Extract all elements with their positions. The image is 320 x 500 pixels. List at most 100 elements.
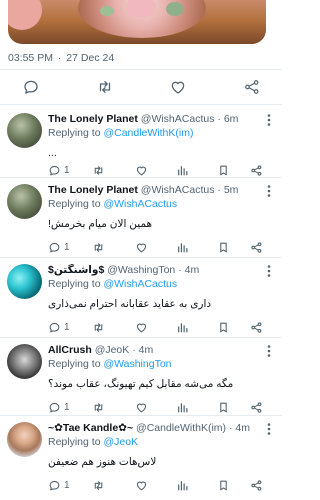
tweet-action-bar: 1 xyxy=(48,400,272,414)
retweet-button[interactable] xyxy=(96,78,114,96)
user-handle[interactable]: @CandleWithK(im) xyxy=(136,422,226,434)
user-handle[interactable]: @JeoK xyxy=(95,344,130,356)
reply-button[interactable]: 1 xyxy=(48,240,70,254)
user-handle[interactable]: @WashingTon xyxy=(107,264,175,276)
more-options-button[interactable] xyxy=(264,113,274,127)
like-button[interactable] xyxy=(135,478,148,492)
mention-link[interactable]: @WishACactus xyxy=(103,198,177,210)
share-button[interactable] xyxy=(250,163,263,177)
replying-to: Replying to @CandleWithK(im) xyxy=(48,127,264,140)
reply-button[interactable]: 1 xyxy=(48,163,70,177)
retweet-button[interactable] xyxy=(92,163,105,177)
avatar[interactable] xyxy=(7,344,42,379)
post-time: 03:55 PM xyxy=(8,52,53,64)
bookmark-button[interactable] xyxy=(217,320,230,334)
bookmark-button[interactable] xyxy=(217,163,230,177)
more-options-button[interactable] xyxy=(264,184,274,198)
heart-icon xyxy=(136,166,147,175)
replying-label: Replying to xyxy=(48,198,101,210)
like-button[interactable] xyxy=(135,320,148,334)
views-button[interactable] xyxy=(176,400,189,414)
share-button[interactable] xyxy=(250,478,263,492)
reply-icon xyxy=(49,402,60,412)
reply-tweet[interactable]: $واشنگتن$ @WashingTon · 4m Replying to @… xyxy=(0,264,282,344)
retweet-button[interactable] xyxy=(92,400,105,414)
tweet-text: مگه می‌شه مقابل کیم تهیونگ، عقاب موند؟ xyxy=(48,378,234,390)
replying-to: Replying to @WishACactus xyxy=(48,198,264,211)
reply-tweet[interactable]: The Lonely Planet @WishACactus · 6m Repl… xyxy=(0,113,282,184)
reply-button[interactable]: 1 xyxy=(48,320,70,334)
reply-button[interactable] xyxy=(22,78,40,96)
reply-tweet[interactable]: AllCrush @JeoK · 4m Replying to @Washing… xyxy=(0,344,282,422)
post-image[interactable] xyxy=(8,0,266,44)
image-detail xyxy=(8,0,42,30)
more-options-button[interactable] xyxy=(264,264,274,278)
more-vertical-icon xyxy=(267,114,271,126)
tweet-time: 6m xyxy=(223,113,239,125)
reply-tweet[interactable]: The Lonely Planet @WishACactus · 5m Repl… xyxy=(0,184,282,264)
replying-label: Replying to xyxy=(48,358,101,370)
like-button[interactable] xyxy=(135,240,148,254)
retweet-icon xyxy=(94,322,103,332)
reply-button[interactable]: 1 xyxy=(48,400,70,414)
mention-link[interactable]: @WashingTon xyxy=(103,358,171,370)
replying-to: Replying to @JeoK xyxy=(48,436,264,449)
display-name[interactable]: The Lonely Planet xyxy=(48,113,138,125)
views-button[interactable] xyxy=(176,163,189,177)
time-separator: · xyxy=(228,422,233,434)
image-detail xyxy=(166,2,184,16)
more-options-button[interactable] xyxy=(264,344,274,358)
share-button[interactable] xyxy=(250,400,263,414)
tweet-text: داری به عقاید عقابانه احترام نمی‌ذاری xyxy=(48,298,212,310)
bookmark-button[interactable] xyxy=(217,400,230,414)
retweet-icon xyxy=(94,165,103,175)
mention-link[interactable]: @CandleWithK(im) xyxy=(103,127,193,139)
tweet-text-wrap: لاس‌هات هنوز هم ضعیفن xyxy=(48,449,264,470)
views-icon xyxy=(178,322,188,332)
mention-link[interactable]: @JeoK xyxy=(103,436,138,448)
share-button[interactable] xyxy=(243,78,261,96)
like-button[interactable] xyxy=(169,78,187,96)
views-button[interactable] xyxy=(176,240,189,254)
bookmark-button[interactable] xyxy=(217,478,230,492)
display-name[interactable]: AllCrush xyxy=(48,344,92,356)
reply-icon xyxy=(49,322,60,332)
more-options-button[interactable] xyxy=(264,422,274,436)
views-button[interactable] xyxy=(176,478,189,492)
reply-tweet[interactable]: ~✿Tae Kandle✿~ @CandleWithK(im) · 4m Rep… xyxy=(0,422,282,500)
share-button[interactable] xyxy=(250,320,263,334)
reply-button[interactable]: 1 xyxy=(48,478,70,492)
avatar[interactable] xyxy=(7,422,42,457)
mention-link[interactable]: @WishACactus xyxy=(103,278,177,290)
display-name[interactable]: $واشنگتن$ xyxy=(48,264,104,276)
avatar[interactable] xyxy=(7,113,42,148)
share-icon xyxy=(251,241,262,253)
tweet-action-bar: 1 xyxy=(48,240,272,254)
avatar[interactable] xyxy=(7,264,42,299)
display-name[interactable]: ~✿Tae Kandle✿~ xyxy=(48,422,133,434)
reply-count: 1 xyxy=(64,479,70,491)
user-handle[interactable]: @WishACactus xyxy=(141,184,215,196)
post-media[interactable] xyxy=(0,0,282,48)
reply-count: 1 xyxy=(64,241,70,253)
bookmark-icon xyxy=(220,165,227,175)
avatar[interactable] xyxy=(7,184,42,219)
share-icon xyxy=(251,479,262,491)
user-handle[interactable]: @WishACactus xyxy=(141,113,215,125)
reply-icon xyxy=(24,80,38,94)
tweet-header: The Lonely Planet @WishACactus · 6m xyxy=(48,113,264,126)
bookmark-button[interactable] xyxy=(217,240,230,254)
share-icon xyxy=(251,321,262,333)
like-button[interactable] xyxy=(135,163,148,177)
share-button[interactable] xyxy=(250,240,263,254)
like-button[interactable] xyxy=(135,400,148,414)
retweet-button[interactable] xyxy=(92,478,105,492)
divider xyxy=(0,104,282,105)
tweet-action-bar: 1 xyxy=(48,478,272,492)
heart-icon xyxy=(171,81,185,94)
retweet-button[interactable] xyxy=(92,320,105,334)
retweet-button[interactable] xyxy=(92,240,105,254)
views-button[interactable] xyxy=(176,320,189,334)
tweet-header: The Lonely Planet @WishACactus · 5m xyxy=(48,184,264,197)
display-name[interactable]: The Lonely Planet xyxy=(48,184,138,196)
